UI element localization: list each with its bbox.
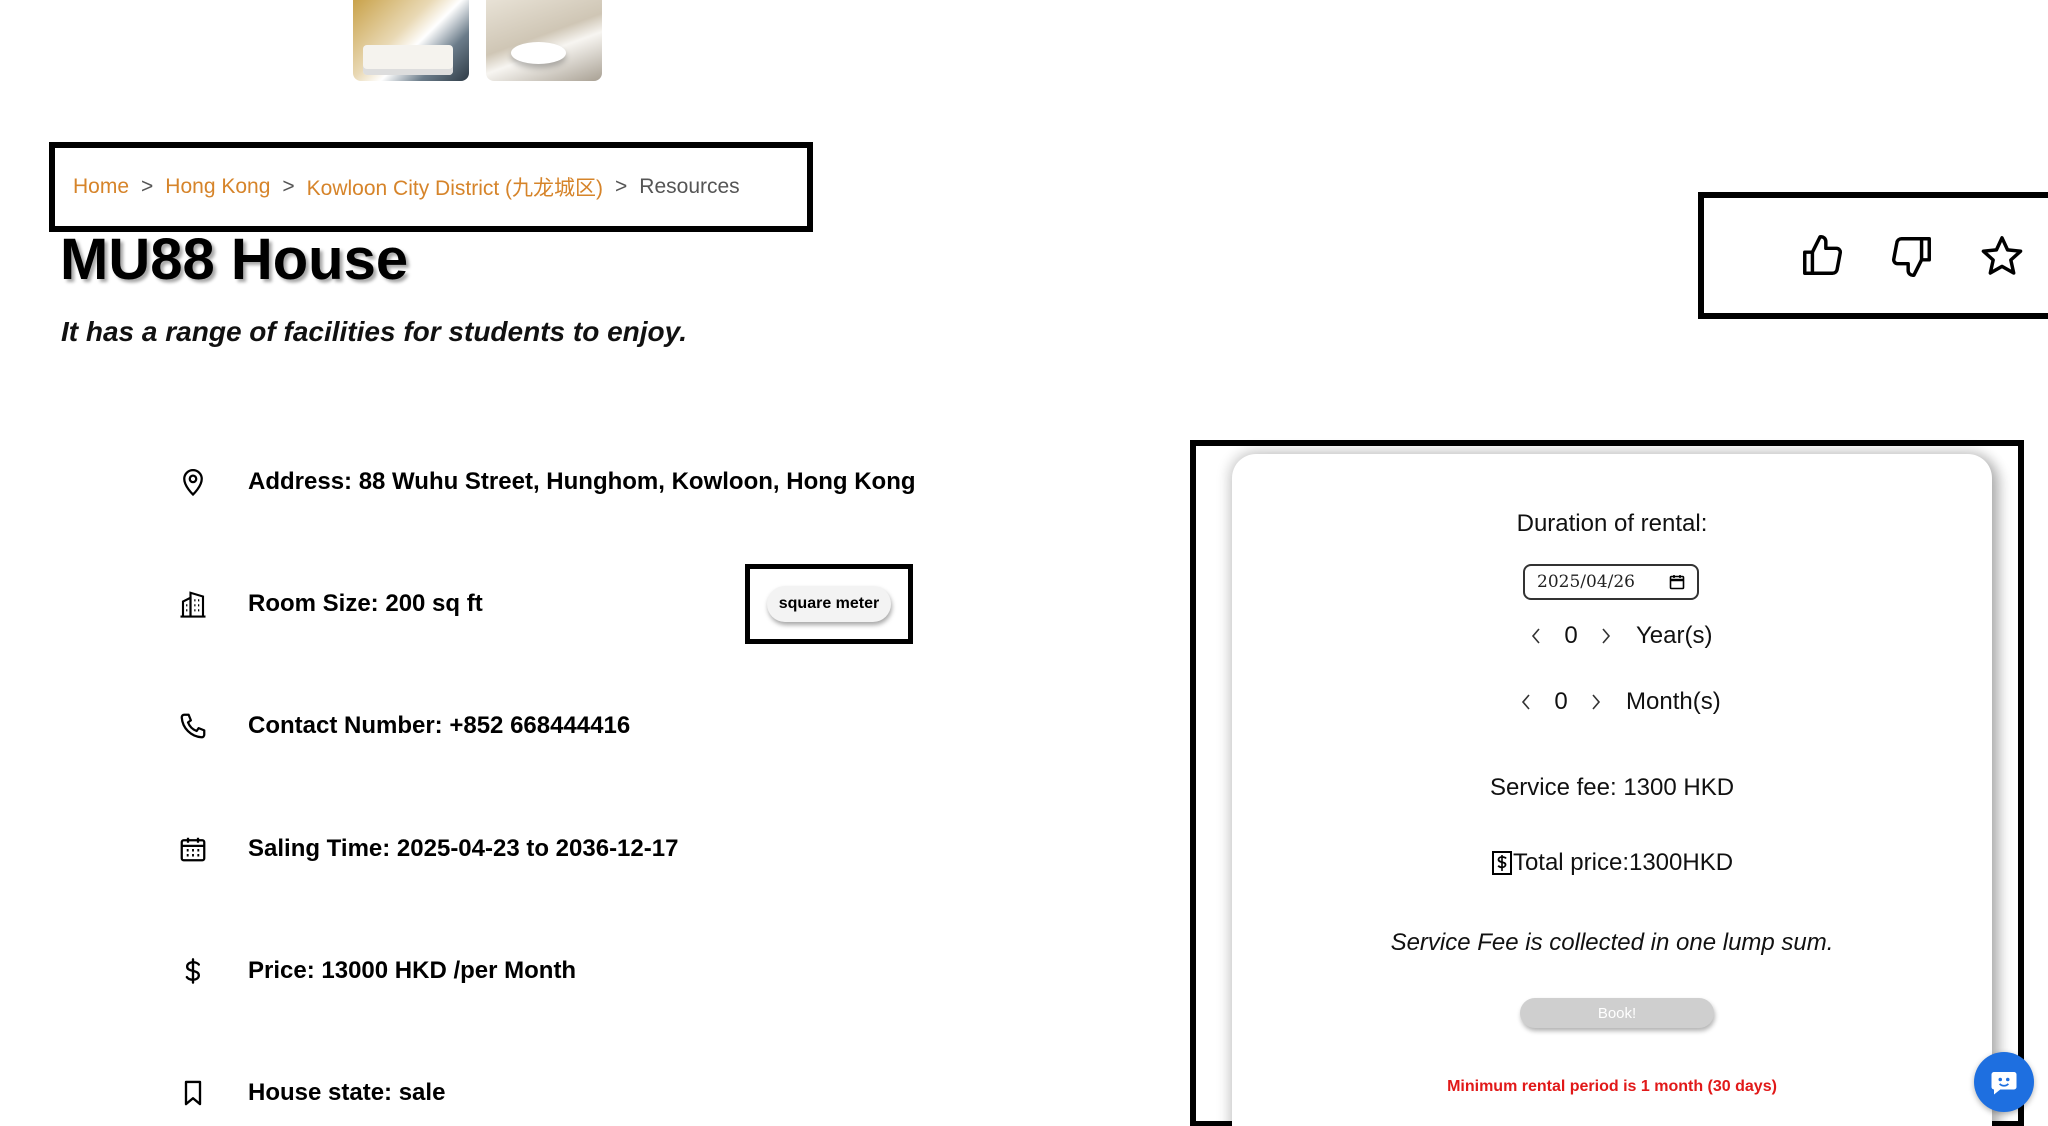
booking-card: Duration of rental: 2025/04/26 0 Year(s) (1232, 454, 1992, 1126)
house-state-text: House state: sale (248, 1079, 446, 1106)
dollar-icon (176, 954, 210, 988)
breadcrumb-home-link[interactable]: Home (73, 175, 129, 199)
years-stepper: 0 Year(s) (1526, 622, 1712, 650)
detail-price: Price: 13000 HKD /per Month (176, 951, 576, 991)
years-unit-label: Year(s) (1636, 622, 1713, 649)
months-increment-button[interactable] (1586, 692, 1606, 712)
date-value: 2025/04/26 (1537, 572, 1635, 592)
contact-text: Contact Number: +852 668444416 (248, 712, 631, 739)
breadcrumb-separator: > (615, 175, 628, 198)
chevron-right-icon (1592, 694, 1601, 710)
calendar-picker-icon[interactable] (1669, 574, 1685, 590)
breadcrumb-separator: > (282, 175, 295, 198)
breadcrumb-city-link[interactable]: Hong Kong (165, 175, 270, 199)
breadcrumb-separator: > (141, 175, 154, 198)
receipt-dollar-icon (1491, 851, 1512, 875)
chat-bot-icon (1991, 1072, 2017, 1095)
breadcrumb: Home > Hong Kong > Kowloon City District… (49, 142, 813, 232)
detail-saling-time: Saling Time: 2025-04-23 to 2036-12-17 (176, 829, 678, 869)
phone-icon (176, 709, 210, 743)
like-button[interactable] (1798, 232, 1846, 280)
favorite-button[interactable] (1978, 232, 2026, 280)
chevron-right-icon (1602, 628, 1611, 644)
breadcrumb-current: Resources (639, 175, 740, 198)
chat-support-button[interactable] (1974, 1052, 2034, 1112)
fee-note: Service Fee is collected in one lump sum… (1390, 929, 1834, 956)
chevron-left-icon (1531, 628, 1540, 644)
address-text: Address: 88 Wuhu Street, Hunghom, Kowloo… (248, 468, 916, 495)
square-meter-button[interactable]: square meter (766, 586, 892, 622)
years-value: 0 (1564, 622, 1578, 649)
book-button[interactable]: Book! (1520, 998, 1714, 1028)
duration-label: Duration of rental: (1516, 510, 1708, 537)
months-decrement-button[interactable] (1516, 692, 1536, 712)
months-stepper: 0 Month(s) (1516, 688, 1721, 716)
building-icon (176, 587, 210, 621)
breadcrumb-district-link[interactable]: Kowloon City District (九龙城区) (307, 172, 603, 202)
unit-toggle-wrapper: square meter (745, 564, 913, 644)
reaction-toolbar (1698, 192, 2048, 319)
price-text: Price: 13000 HKD /per Month (248, 957, 577, 984)
months-unit-label: Month(s) (1626, 688, 1721, 715)
calendar-icon (176, 832, 210, 866)
detail-address: Address: 88 Wuhu Street, Hunghom, Kowloo… (176, 462, 916, 502)
thumbs-down-icon (1892, 236, 1931, 277)
page-title: MU88 House (60, 227, 409, 292)
star-icon (1981, 235, 2023, 275)
saling-time-text: Saling Time: 2025-04-23 to 2036-12-17 (248, 835, 679, 862)
booking-panel-frame: Duration of rental: 2025/04/26 0 Year(s) (1190, 440, 2024, 1126)
detail-contact: Contact Number: +852 668444416 (176, 706, 630, 746)
listing-subtitle: It has a range of facilities for student… (61, 316, 687, 347)
gallery-thumbnail-bedroom[interactable] (353, 0, 469, 81)
dislike-button[interactable] (1888, 232, 1936, 280)
service-fee-text: Service fee: 1300 HKD (1489, 774, 1735, 801)
months-value: 0 (1554, 688, 1568, 715)
years-decrement-button[interactable] (1526, 626, 1546, 646)
room-size-text: Room Size: 200 sq ft (248, 590, 483, 617)
detail-room-size: Room Size: 200 sq ft (176, 584, 483, 624)
rental-start-date-input[interactable]: 2025/04/26 (1523, 564, 1699, 600)
gallery-thumbnail-bathroom[interactable] (486, 0, 602, 81)
chevron-left-icon (1521, 694, 1530, 710)
thumbs-up-icon (1803, 234, 1842, 275)
bookmark-icon (176, 1076, 210, 1110)
page: Home > Hong Kong > Kowloon City District… (0, 0, 2048, 1126)
minimum-rental-warning: Minimum rental period is 1 month (30 day… (1447, 1078, 1777, 1095)
map-pin-icon (176, 465, 210, 499)
years-increment-button[interactable] (1596, 626, 1616, 646)
detail-house-state: House state: sale (176, 1073, 445, 1113)
total-price-text: Total price:1300HKD (1512, 849, 1734, 876)
total-price-row: Total price:1300HKD (1232, 849, 1992, 877)
